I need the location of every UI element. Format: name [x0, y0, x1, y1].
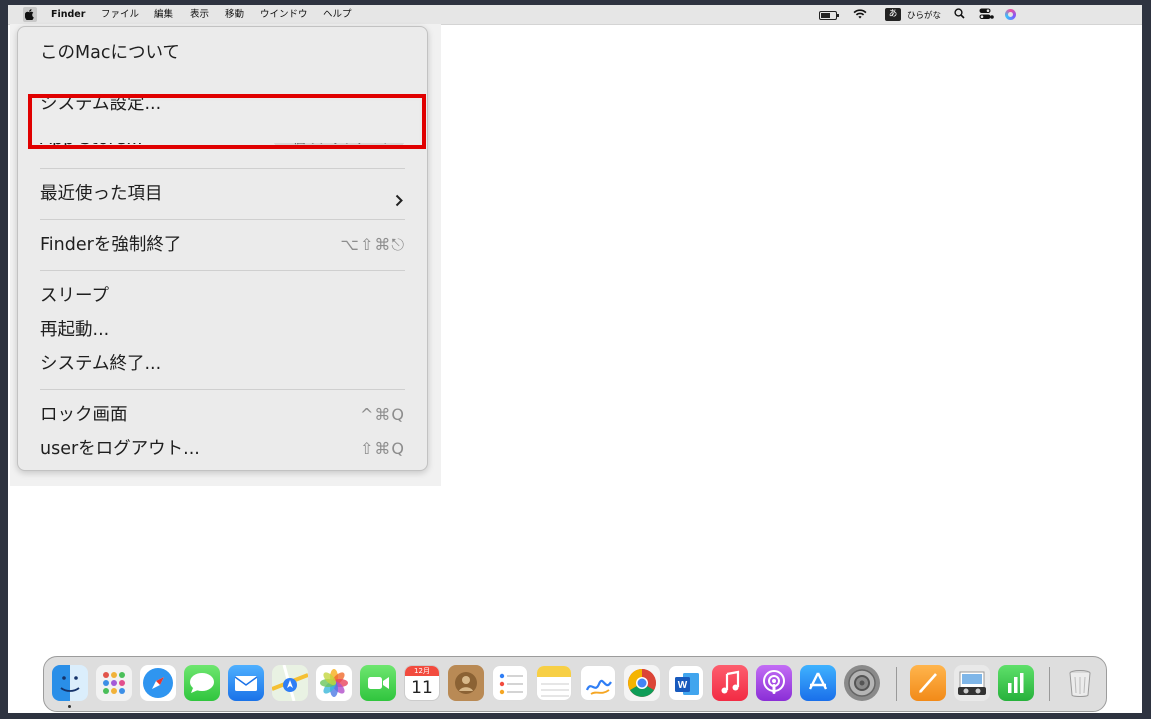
lock-screen-shortcut: ^⌘Q [360, 405, 405, 424]
desktop: Finder ファイル 編集 表示 移動 ウインドウ ヘルプ あ ひらがな この… [8, 5, 1142, 713]
menu-file[interactable]: ファイル [101, 8, 139, 21]
menu-item-label: userをログアウト... [40, 439, 200, 459]
chevron-right-icon [395, 188, 403, 216]
word-icon[interactable]: W [668, 665, 704, 701]
dock-separator [1049, 667, 1050, 701]
numbers-icon[interactable] [998, 665, 1034, 701]
menu-edit[interactable]: 編集 [154, 8, 173, 21]
menu-separator [40, 389, 405, 390]
dock: 12月 11 W [43, 656, 1107, 712]
freeform-icon[interactable] [580, 665, 616, 701]
chrome-icon[interactable] [624, 665, 660, 701]
red-highlight-box [28, 94, 426, 149]
messages-icon[interactable] [184, 665, 220, 701]
menu-item-about-this-mac[interactable]: このMacについて [40, 39, 405, 67]
running-indicator [68, 705, 71, 708]
menu-item-label: ロック画面 [40, 405, 128, 425]
pages-icon[interactable] [910, 665, 946, 701]
menu-item-logout[interactable]: userをログアウト... ⇧⌘Q [40, 435, 405, 463]
podcasts-icon[interactable] [756, 665, 792, 701]
wifi-icon[interactable] [853, 8, 869, 21]
input-mode-label[interactable]: ひらがな [907, 9, 941, 22]
trash-icon[interactable] [1062, 665, 1098, 701]
menu-item-label: システム終了... [40, 354, 162, 374]
logout-shortcut: ⇧⌘Q [360, 439, 405, 458]
reminders-icon[interactable] [492, 665, 528, 701]
menu-item-lock-screen[interactable]: ロック画面 ^⌘Q [40, 401, 405, 429]
system-settings-icon[interactable] [844, 665, 880, 701]
calendar-icon[interactable]: 12月 11 [404, 665, 440, 701]
menu-separator [40, 168, 405, 169]
siri-icon[interactable] [1005, 9, 1016, 20]
photos-icon[interactable] [316, 665, 352, 701]
notes-icon[interactable] [536, 665, 572, 701]
menu-item-force-quit[interactable]: Finderを強制終了 ⌥⇧⌘⎋ [40, 231, 405, 259]
input-mode-badge[interactable]: あ [885, 8, 901, 21]
menu-item-shutdown[interactable]: システム終了... [40, 350, 405, 378]
menu-item-label: 最近使った項目 [40, 184, 163, 204]
menu-window[interactable]: ウインドウ [260, 8, 308, 21]
menu-item-label: このMacについて [40, 43, 180, 63]
dock-separator [896, 667, 897, 701]
contacts-icon[interactable] [448, 665, 484, 701]
calendar-month: 12月 [405, 666, 439, 676]
menu-help[interactable]: ヘルプ [323, 8, 352, 21]
launchpad-icon[interactable] [96, 665, 132, 701]
mail-icon[interactable] [228, 665, 264, 701]
preview-icon[interactable] [954, 665, 990, 701]
calendar-day: 11 [411, 678, 433, 698]
menu-item-label: Finderを強制終了 [40, 235, 182, 255]
spotlight-search-icon[interactable] [954, 8, 966, 21]
svg-text:W: W [678, 680, 688, 691]
menu-item-label: 再起動... [40, 320, 110, 340]
force-quit-shortcut: ⌥⇧⌘⎋ [340, 235, 405, 254]
control-center-icon[interactable] [979, 8, 995, 21]
maps-icon[interactable] [272, 665, 308, 701]
menu-item-sleep[interactable]: スリープ [40, 282, 405, 310]
safari-icon[interactable] [140, 665, 176, 701]
menu-separator [40, 270, 405, 271]
menu-item-label: スリープ [40, 286, 109, 306]
menu-separator [40, 219, 405, 220]
menu-item-recent-items[interactable]: 最近使った項目 [40, 180, 405, 208]
menu-finder[interactable]: Finder [51, 8, 85, 21]
apple-menu-icon[interactable] [23, 7, 37, 22]
menu-item-restart[interactable]: 再起動... [40, 316, 405, 344]
finder-icon[interactable] [52, 665, 88, 701]
menu-view[interactable]: 表示 [190, 8, 209, 21]
facetime-icon[interactable] [360, 665, 396, 701]
menu-bar: Finder ファイル 編集 表示 移動 ウインドウ ヘルプ あ ひらがな [8, 5, 1142, 25]
app-store-icon[interactable] [800, 665, 836, 701]
music-icon[interactable] [712, 665, 748, 701]
battery-icon[interactable] [819, 11, 839, 20]
menu-go[interactable]: 移動 [225, 8, 244, 21]
apple-menu: このMacについて App Store... 3個のアップデート システム設定.… [17, 26, 428, 471]
